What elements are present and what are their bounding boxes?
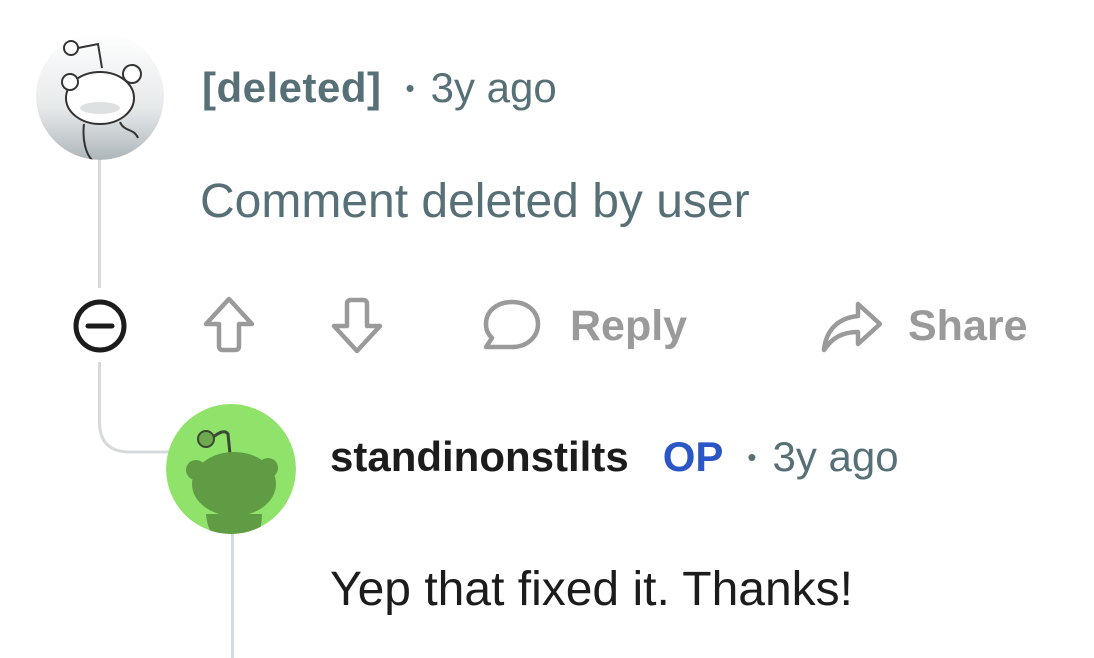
- avatar-reply-user[interactable]: [166, 404, 296, 534]
- op-badge: OP: [662, 433, 724, 480]
- reply-label: Reply: [570, 301, 688, 350]
- comment-body: Comment deleted by user: [200, 175, 750, 228]
- snoo-avatar-icon: [166, 404, 296, 534]
- reply-meta: standinonstilts OP • 3y ago: [330, 430, 899, 484]
- avatar-deleted-user[interactable]: [36, 32, 164, 160]
- snoo-sketch-icon: [36, 32, 164, 160]
- upvote-arrow-icon: [203, 296, 255, 353]
- share-arrow-icon: [821, 301, 883, 353]
- reply-author[interactable]: standinonstilts: [330, 433, 629, 481]
- comment-meta: [deleted] • 3y ago: [202, 62, 557, 114]
- reply-timestamp[interactable]: 3y ago: [772, 433, 898, 481]
- meta-separator: •: [747, 441, 757, 472]
- downvote-arrow-icon: [331, 297, 383, 354]
- reply-button[interactable]: Reply: [478, 296, 687, 356]
- thread-branch-curve: [98, 400, 172, 454]
- speech-bubble-icon: [483, 299, 541, 350]
- comment-thread: [deleted] • 3y ago Comment deleted by us…: [0, 0, 1094, 658]
- thread-line-child[interactable]: [231, 534, 234, 658]
- comment-author: [deleted]: [202, 64, 382, 111]
- reply-body: Yep that fixed it. Thanks!: [330, 563, 854, 616]
- upvote-button[interactable]: [198, 294, 260, 356]
- thread-line-parent[interactable]: [98, 160, 101, 288]
- comment-timestamp[interactable]: 3y ago: [431, 64, 557, 112]
- meta-separator: •: [405, 72, 415, 103]
- share-button[interactable]: Share: [818, 296, 1028, 356]
- share-label: Share: [908, 301, 1028, 350]
- collapse-button[interactable]: [72, 298, 128, 354]
- downvote-button[interactable]: [326, 294, 388, 356]
- collapse-minus-icon: [73, 299, 127, 353]
